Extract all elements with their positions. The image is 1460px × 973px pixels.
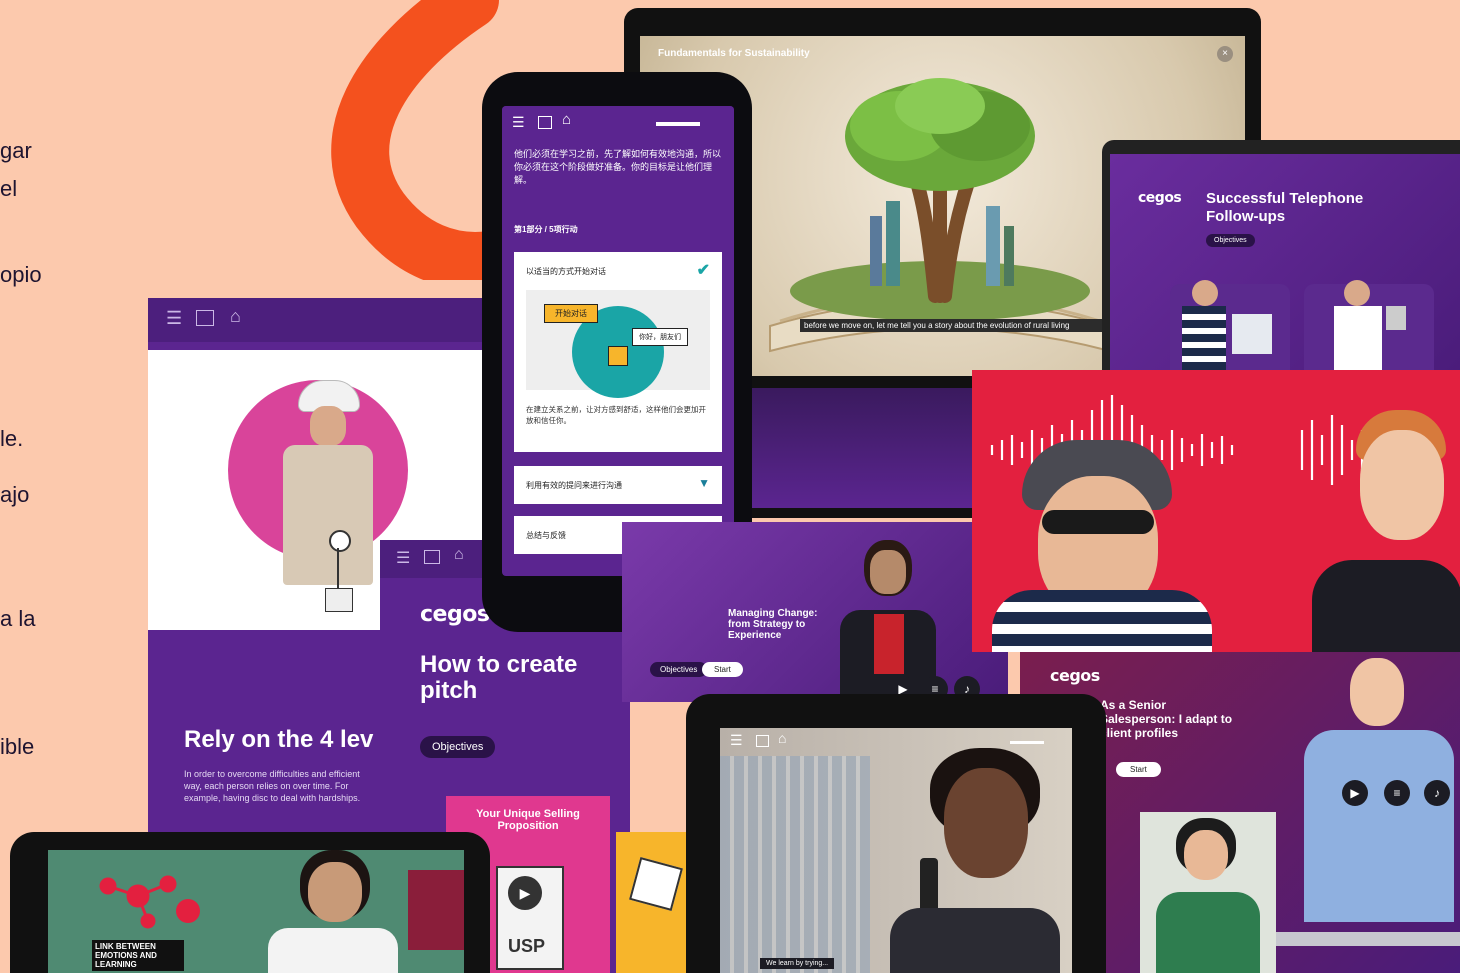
- language-icon[interactable]: [756, 735, 769, 747]
- tablet-bottom-mid-screen: ☰ ⌂ We learn by trying...: [720, 728, 1072, 973]
- woman-on-phone-image: [860, 748, 1072, 973]
- home-icon[interactable]: ⌂: [778, 730, 786, 746]
- phone-screen: ☰ ⌂ 他们必须在学习之前，先了解如何有效地沟通，所以你必须在这个阶段做好准备。…: [502, 106, 734, 576]
- left-text-line: le.: [0, 426, 24, 451]
- presenter-woman-image: [258, 850, 408, 973]
- chevron-down-icon[interactable]: ▼: [698, 476, 710, 490]
- video-purple-panel: Managing Change: from Strategy to Experi…: [622, 522, 1008, 702]
- objectives-button[interactable]: Objectives: [1206, 234, 1255, 247]
- usp-label: USP: [508, 936, 546, 956]
- man-character: [1312, 410, 1460, 652]
- progress-bar: [1010, 741, 1044, 744]
- phone-card: 以适当的方式开始对话 ✔ 开始对话 你好，朋友们 在建立关系之前，让对方感到舒适…: [514, 252, 722, 452]
- tablet-bottom-mid-caption: We learn by trying...: [760, 958, 835, 969]
- laptop-top-title: Fundamentals for Sustainability: [658, 48, 810, 59]
- accordion-label: 利用有效的提问来进行沟通: [526, 481, 622, 490]
- close-icon[interactable]: ×: [1217, 46, 1233, 62]
- tablet-bottom-left-screen: LINK BETWEEN EMOTIONS AND LEARNING: [48, 850, 464, 973]
- cegos-logo: cegos: [420, 602, 490, 627]
- network-molecule-graphic: [99, 875, 200, 929]
- home-icon[interactable]: ⌂: [230, 306, 241, 327]
- tablet-left-toolbar: ☰ ⌂: [148, 298, 488, 342]
- character-card: [1304, 280, 1434, 380]
- video-purple-title: Managing Change: from Strategy to Experi…: [728, 608, 818, 641]
- play-icon[interactable]: ▶: [508, 876, 542, 910]
- tablet-mid-title: How to create pitch: [420, 651, 578, 704]
- left-text-line: ible: [0, 734, 35, 759]
- laptop-top-caption: before we move on, let me tell you a sto…: [800, 319, 1153, 332]
- laptop-stand: [1276, 932, 1460, 946]
- volume-icon[interactable]: ♪: [1424, 780, 1450, 806]
- tablet-bottom-left-device: LINK BETWEEN EMOTIONS AND LEARNING: [10, 832, 490, 973]
- city-background: [720, 756, 870, 973]
- accordion-label: 总结与反馈: [526, 531, 566, 540]
- red-audio-panel: [972, 370, 1460, 652]
- phone-card-image: 开始对话 你好，朋友们: [526, 290, 710, 398]
- play-icon[interactable]: ▶: [1342, 780, 1368, 806]
- menu-icon[interactable]: ☰: [396, 548, 410, 568]
- tablet-bottom-left-label: LINK BETWEEN EMOTIONS AND LEARNING: [92, 940, 184, 971]
- red-graphic-shape: [408, 870, 464, 950]
- tablet-bottom-mid-device: ☰ ⌂ We learn by trying...: [686, 694, 1106, 973]
- usp-card-title: Your Unique Selling Proposition: [476, 808, 580, 832]
- speech-bubble: 你好，朋友们: [632, 328, 688, 346]
- objectives-button[interactable]: Objectives: [420, 736, 496, 758]
- tablet-right-top-screen: cegos Successful Telephone Follow-ups Ob…: [1102, 140, 1460, 380]
- subtitles-icon[interactable]: ≡: [1384, 780, 1410, 806]
- tree-on-book-illustration: [769, 78, 1111, 353]
- phone-card-caption: 在建立关系之前，让对方感到舒适，这样他们会更加开放和信任你。: [526, 405, 706, 425]
- yellow-illustration-panel: [616, 832, 690, 973]
- objectives-button[interactable]: Objectives: [650, 662, 708, 677]
- phone-intro-text: 他们必须在学习之前，先了解如何有效地沟通，所以你必须在这个阶段做好准备。你的目标…: [514, 149, 722, 185]
- character-card: [1170, 280, 1290, 380]
- home-icon[interactable]: ⌂: [454, 546, 464, 564]
- tablet-left-body: In order to overcome difficulties and ef…: [184, 769, 361, 803]
- face-graphic: [608, 346, 628, 366]
- language-icon[interactable]: [538, 116, 552, 129]
- phone-sticker: 开始对话: [544, 304, 598, 323]
- cegos-logo: cegos: [1050, 666, 1100, 685]
- check-icon: ✔: [696, 262, 710, 279]
- tablet-left-title: Rely on the 4 lev: [184, 726, 374, 753]
- presenter-image: [832, 540, 942, 702]
- menu-icon[interactable]: ☰: [166, 308, 182, 329]
- home-icon[interactable]: ⌂: [562, 111, 571, 128]
- left-text-line: a la: [0, 606, 36, 631]
- left-text-line: ajo: [0, 482, 30, 507]
- laptop-right-title: As a Senior Salesperson: I adapt to clie…: [1100, 698, 1233, 740]
- left-text-line: gar: [0, 138, 32, 163]
- phone-section-label: 第1部分 / 5项行动: [514, 225, 578, 234]
- phone-toolbar: ☰ ⌂: [502, 106, 734, 140]
- cegos-logo: cegos: [1138, 190, 1182, 206]
- tablet-right-top-inner: cegos Successful Telephone Follow-ups Ob…: [1110, 154, 1460, 380]
- language-icon[interactable]: [424, 550, 440, 564]
- start-button[interactable]: Start: [702, 662, 743, 677]
- progress-bar: [656, 122, 700, 126]
- phone-accordion-row[interactable]: 利用有效的提问来进行沟通 ▼: [514, 466, 722, 504]
- woman-green-image: [1140, 812, 1276, 973]
- language-icon[interactable]: [196, 310, 214, 326]
- left-text-line: el: [0, 176, 18, 201]
- left-text-column: gar el opio le. ajo a la ible: [0, 0, 60, 973]
- left-text-line: opio: [0, 262, 42, 287]
- masked-woman-character: [982, 440, 1232, 652]
- tablet-right-top-title: Successful Telephone Follow-ups: [1206, 190, 1364, 225]
- menu-icon[interactable]: ☰: [730, 732, 743, 749]
- start-button[interactable]: Start: [1116, 762, 1161, 777]
- menu-icon[interactable]: ☰: [512, 114, 525, 131]
- phone-card-title: 以适当的方式开始对话: [526, 267, 606, 276]
- flower-in-pot-graphic: [323, 530, 353, 612]
